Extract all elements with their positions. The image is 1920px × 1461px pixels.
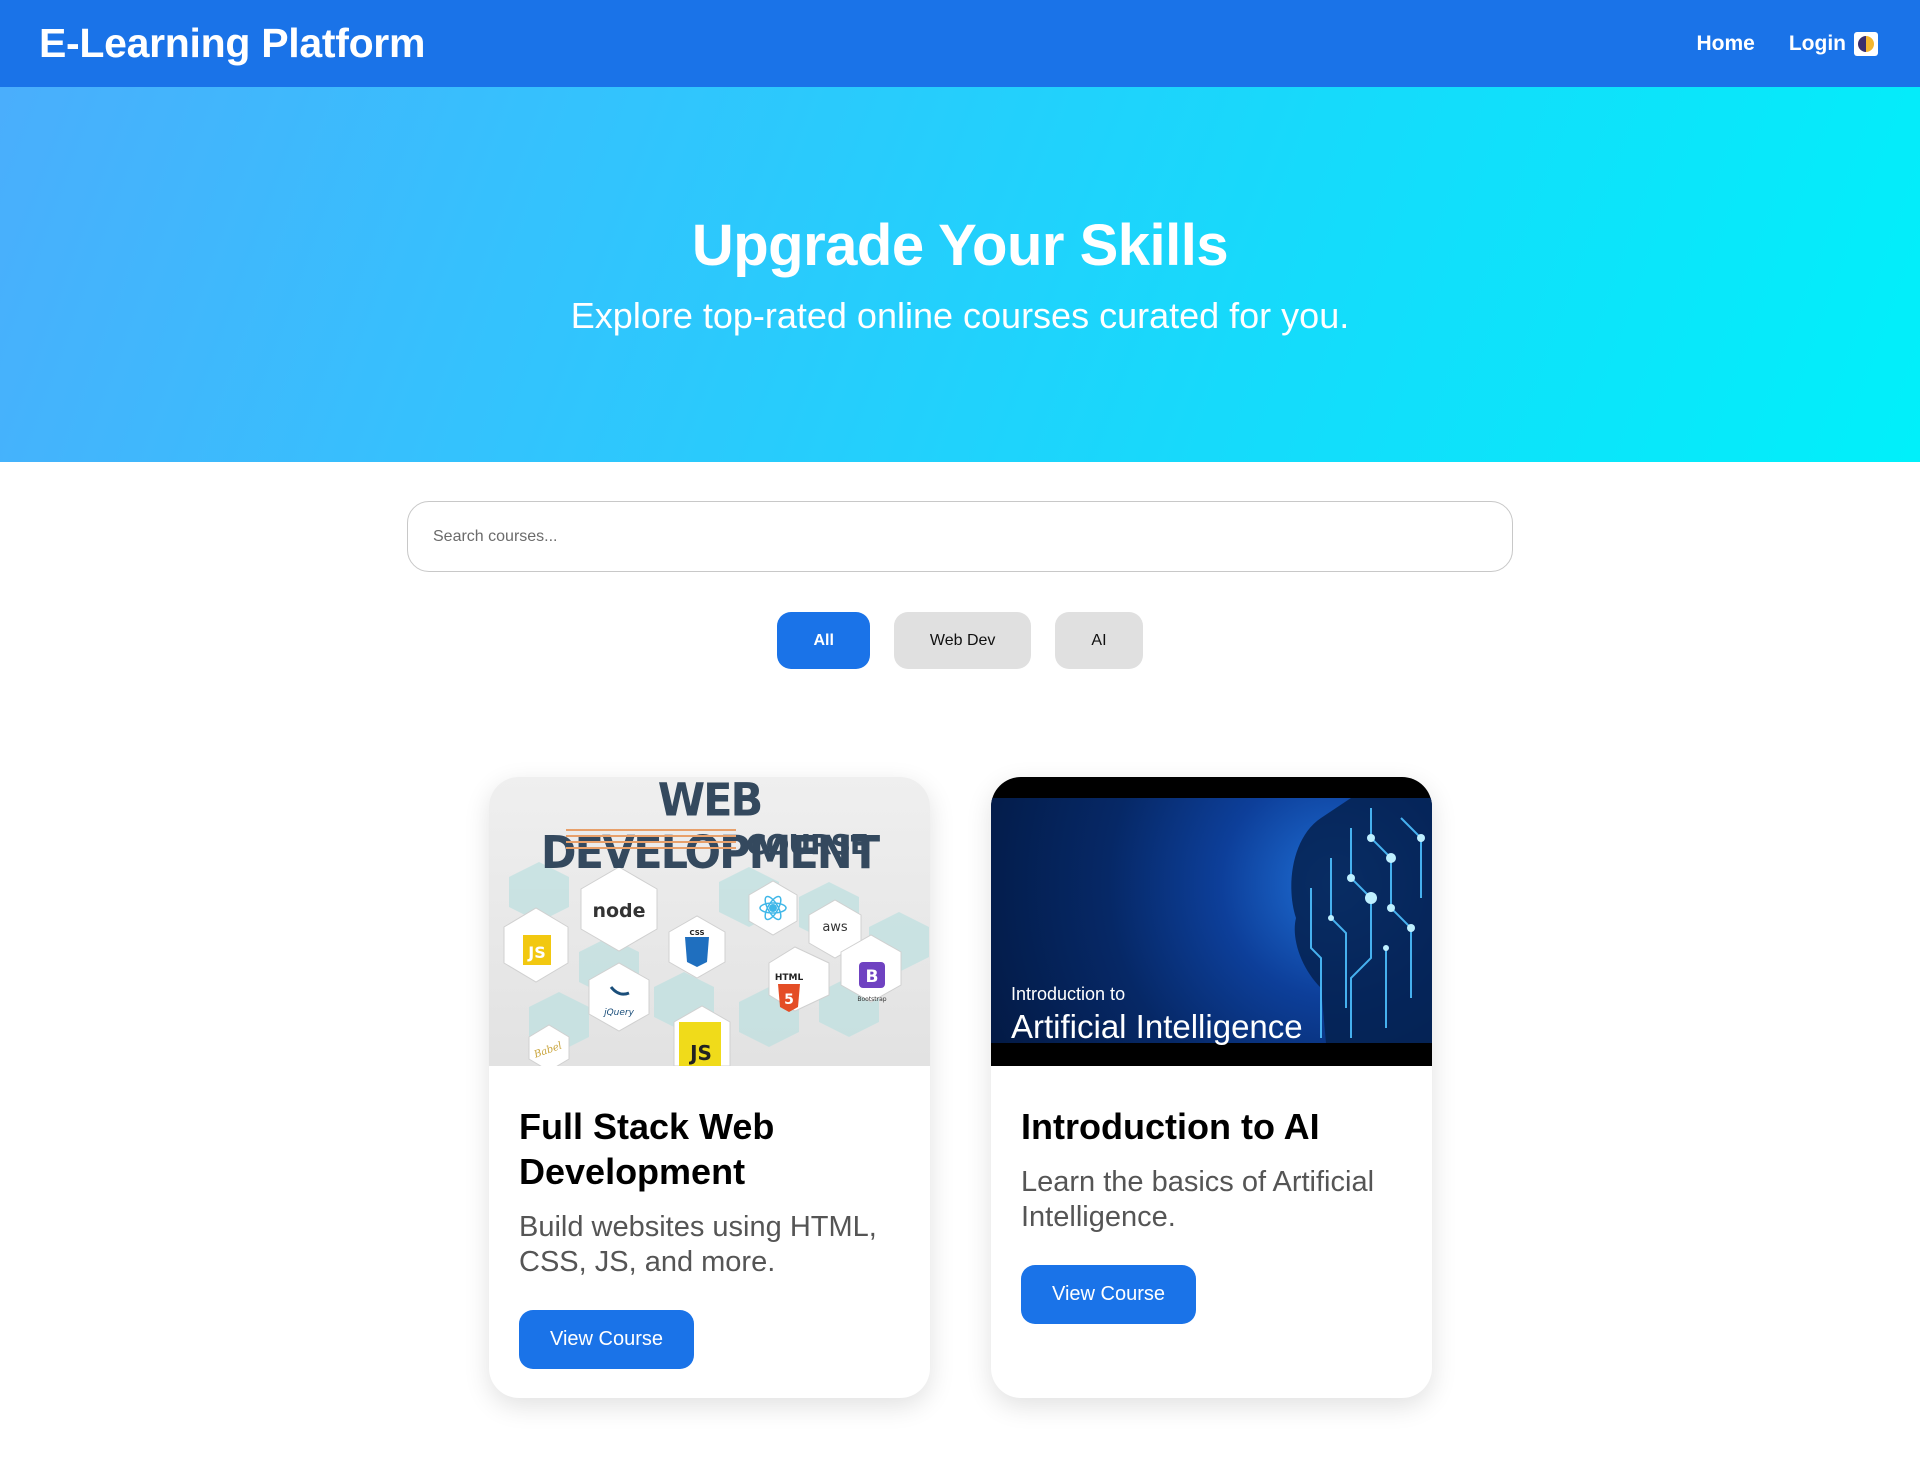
- filter-ai-button[interactable]: AI: [1055, 612, 1143, 669]
- theme-toggle-icon[interactable]: [1854, 31, 1878, 56]
- nav-home-link[interactable]: Home: [1696, 32, 1754, 56]
- css-logo: CSS: [689, 929, 704, 937]
- view-course-button[interactable]: View Course: [1021, 1265, 1197, 1324]
- thumbnail-decor-lines: [566, 829, 736, 853]
- svg-text:5: 5: [784, 992, 794, 1008]
- course-card-web: node JS CSS aws HTML 5 B Bootstrap jQuer…: [489, 777, 930, 1398]
- ai-thumbnail: Introduction to Artificial Intelligence: [991, 777, 1432, 1066]
- course-description: Build websites using HTML, CSS, JS, and …: [519, 1211, 877, 1278]
- jquery-logo: jQuery: [602, 1008, 635, 1018]
- course-title: Full Stack Web Development: [519, 1106, 775, 1192]
- node-logo: node: [592, 900, 645, 922]
- main-nav: Home Login: [1696, 31, 1878, 56]
- js-logo-2: JS: [688, 1041, 712, 1065]
- course-card-ai: Introduction to Artificial Intelligence …: [991, 777, 1432, 1398]
- hero-subtitle: Explore top-rated online courses curated…: [570, 295, 1350, 336]
- hero-banner: Upgrade Your Skills Explore top-rated on…: [0, 87, 1920, 462]
- brand-logo[interactable]: E-Learning Platform: [39, 20, 425, 67]
- svg-text:HTML: HTML: [775, 973, 804, 983]
- filter-webdev-button[interactable]: Web Dev: [893, 612, 1032, 669]
- top-navbar: E-Learning Platform Home Login: [0, 0, 1920, 87]
- course-description: Learn the basics of Artificial Intellige…: [1021, 1166, 1375, 1233]
- view-course-button[interactable]: View Course: [519, 1310, 695, 1369]
- bootstrap-logo: B: [866, 967, 879, 987]
- thumbnail-subheading: COURSE: [746, 828, 869, 861]
- search-input[interactable]: [407, 501, 1513, 572]
- nav-login-link[interactable]: Login: [1789, 32, 1846, 56]
- card-body: Introduction to AI Learn the basics of A…: [991, 1066, 1432, 1324]
- svg-text:Bootstrap: Bootstrap: [857, 996, 886, 1003]
- filter-all-button[interactable]: All: [777, 612, 870, 669]
- circuit-head-illustration: [1291, 798, 1432, 1043]
- js-logo: JS: [527, 943, 545, 962]
- hero-title: Upgrade Your Skills: [691, 213, 1229, 278]
- course-title: Introduction to AI: [1021, 1106, 1320, 1147]
- card-body: Full Stack Web Development Build website…: [489, 1066, 930, 1369]
- ai-thumbnail-big-text: Artificial Intelligence: [1011, 1008, 1303, 1045]
- web-dev-thumbnail: node JS CSS aws HTML 5 B Bootstrap jQuer…: [489, 777, 930, 1066]
- login-group: Login: [1789, 31, 1878, 56]
- aws-logo: aws: [822, 920, 848, 935]
- ai-thumbnail-small-text: Introduction to: [1011, 984, 1126, 1004]
- filter-bar: All Web Dev AI: [0, 612, 1920, 669]
- ai-thumbnail-background: Introduction to Artificial Intelligence: [991, 798, 1432, 1045]
